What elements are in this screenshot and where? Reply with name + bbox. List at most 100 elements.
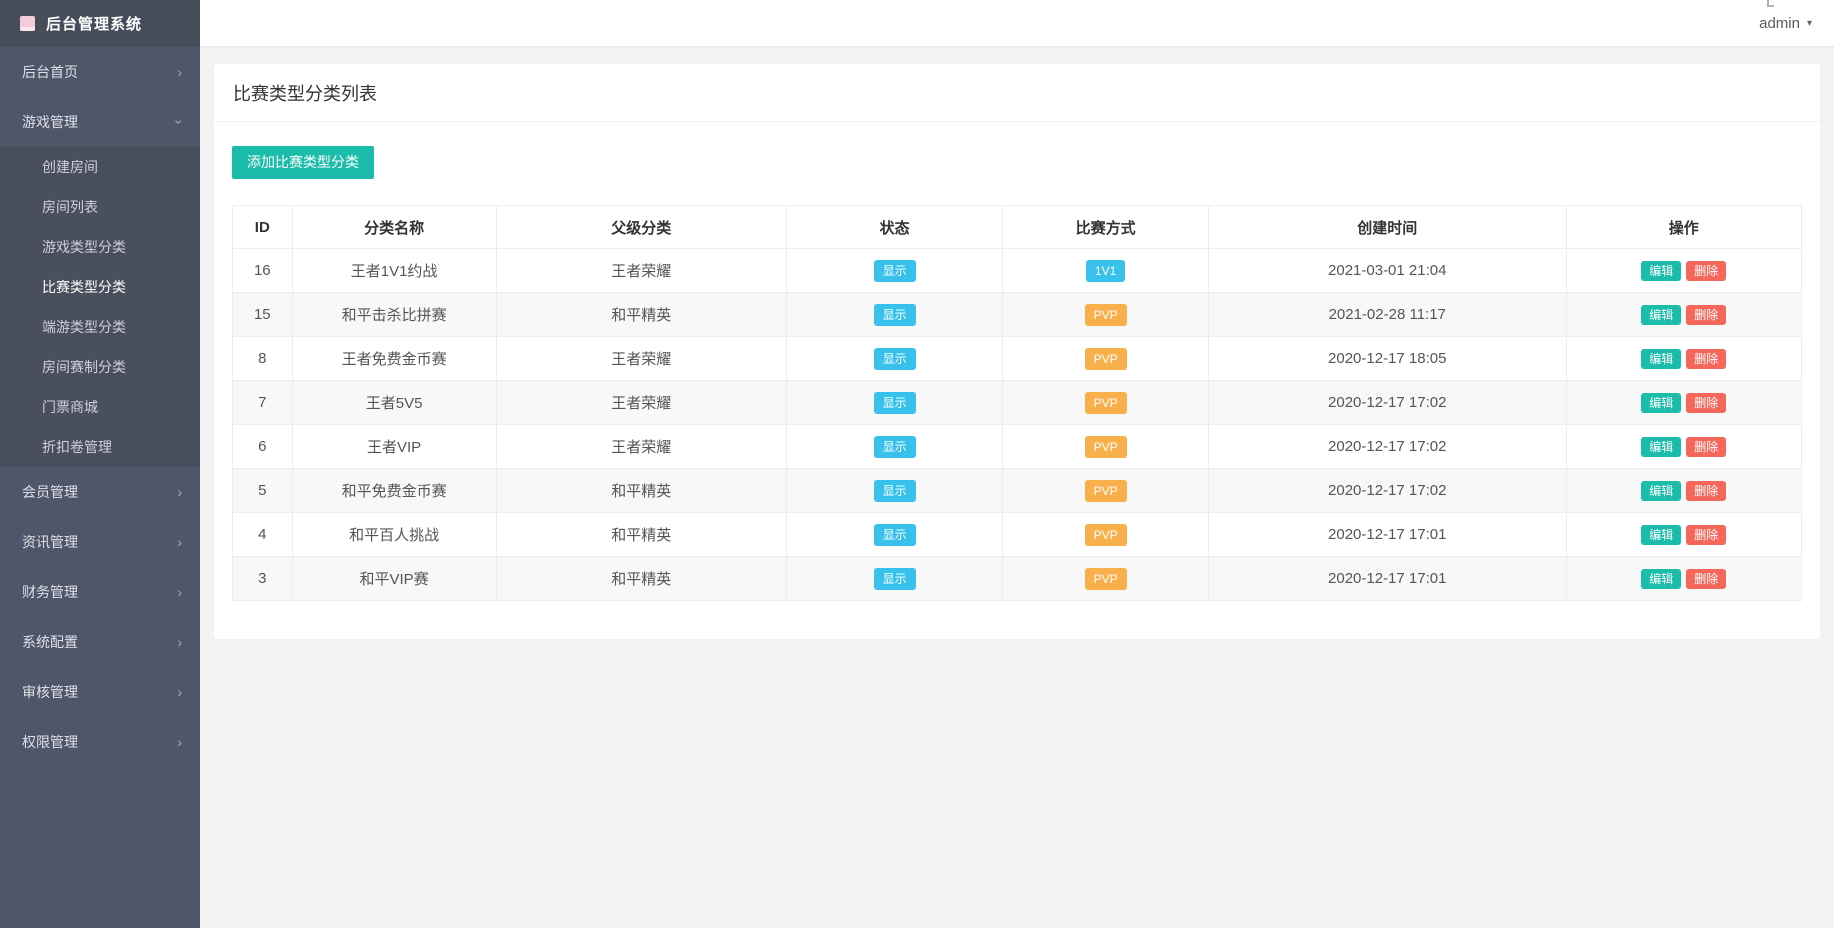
cell-name: 王者1V1约战	[292, 249, 496, 293]
cell-id: 16	[233, 249, 293, 293]
edit-button[interactable]: 编辑	[1641, 261, 1681, 281]
sidebar-subitem-match-type[interactable]: 比赛类型分类	[0, 267, 200, 307]
sidebar-item-label: 审核管理	[22, 682, 78, 702]
edit-button[interactable]: 编辑	[1641, 569, 1681, 589]
cell-mode: PVP	[1003, 293, 1209, 337]
table-header-row: ID 分类名称 父级分类 状态 比赛方式 创建时间 操作	[233, 206, 1802, 249]
cell-status: 显示	[786, 293, 1003, 337]
sidebar-subitem-room-list[interactable]: 房间列表	[0, 187, 200, 227]
cell-mode: PVP	[1003, 469, 1209, 513]
cell-id: 8	[233, 337, 293, 381]
delete-button[interactable]: 删除	[1686, 261, 1726, 281]
chevron-right-icon: ›	[177, 635, 182, 649]
cell-parent: 和平精英	[496, 513, 786, 557]
table-row: 4 和平百人挑战 和平精英 显示 PVP 2020-12-17 17:01 编辑…	[233, 513, 1802, 557]
add-category-button[interactable]: 添加比赛类型分类	[232, 146, 374, 179]
sidebar-item-home[interactable]: 后台首页 ›	[0, 47, 200, 97]
cell-id: 6	[233, 425, 293, 469]
cell-status: 显示	[786, 425, 1003, 469]
status-badge[interactable]: 显示	[874, 480, 916, 502]
edit-button[interactable]: 编辑	[1641, 525, 1681, 545]
table-row: 7 王者5V5 王者荣耀 显示 PVP 2020-12-17 17:02 编辑删…	[233, 381, 1802, 425]
sidebar-item-label: 权限管理	[22, 732, 78, 752]
delete-button[interactable]: 删除	[1686, 525, 1726, 545]
sidebar-subitem-pc-game-type[interactable]: 端游类型分类	[0, 307, 200, 347]
table-row: 16 王者1V1约战 王者荣耀 显示 1V1 2021-03-01 21:04 …	[233, 249, 1802, 293]
sidebar-item-members[interactable]: 会员管理 ›	[0, 467, 200, 517]
cell-actions: 编辑删除	[1566, 557, 1801, 601]
cell-mode: 1V1	[1003, 249, 1209, 293]
status-badge[interactable]: 显示	[874, 348, 916, 370]
edit-button[interactable]: 编辑	[1641, 305, 1681, 325]
delete-button[interactable]: 删除	[1686, 569, 1726, 589]
status-badge[interactable]: 显示	[874, 304, 916, 326]
edit-button[interactable]: 编辑	[1641, 437, 1681, 457]
cell-id: 5	[233, 469, 293, 513]
cell-time: 2020-12-17 18:05	[1208, 337, 1566, 381]
sidebar-item-label: 游戏管理	[22, 112, 78, 132]
col-name: 分类名称	[292, 206, 496, 249]
delete-button[interactable]: 删除	[1686, 481, 1726, 501]
cell-actions: 编辑删除	[1566, 249, 1801, 293]
sidebar-item-label: 会员管理	[22, 482, 78, 502]
cell-id: 7	[233, 381, 293, 425]
delete-button[interactable]: 删除	[1686, 393, 1726, 413]
table-row: 6 王者VIP 王者荣耀 显示 PVP 2020-12-17 17:02 编辑删…	[233, 425, 1802, 469]
edit-button[interactable]: 编辑	[1641, 393, 1681, 413]
edit-button[interactable]: 编辑	[1641, 349, 1681, 369]
sidebar-item-label: 资讯管理	[22, 532, 78, 552]
status-badge[interactable]: 显示	[874, 392, 916, 414]
user-dropdown[interactable]: admin ▾	[1759, 0, 1812, 47]
chevron-down-icon: ›	[173, 120, 187, 125]
col-id: ID	[233, 206, 293, 249]
sidebar-subitem-ticket-mall[interactable]: 门票商城	[0, 387, 200, 427]
sidebar-subitem-game-type[interactable]: 游戏类型分类	[0, 227, 200, 267]
main-content: 比赛类型分类列表 添加比赛类型分类 ID 分类名称 父级分类 状态 比赛方式	[200, 47, 1834, 928]
delete-button[interactable]: 删除	[1686, 437, 1726, 457]
sidebar-item-system[interactable]: 系统配置 ›	[0, 617, 200, 667]
cell-name: 和平VIP赛	[292, 557, 496, 601]
col-actions: 操作	[1566, 206, 1801, 249]
mode-badge: PVP	[1085, 304, 1127, 326]
table-row: 5 和平免费金币赛 和平精英 显示 PVP 2020-12-17 17:02 编…	[233, 469, 1802, 513]
status-badge[interactable]: 显示	[874, 524, 916, 546]
delete-button[interactable]: 删除	[1686, 349, 1726, 369]
sidebar-item-audit[interactable]: 审核管理 ›	[0, 667, 200, 717]
sidebar-subitem-coupon[interactable]: 折扣卷管理	[0, 427, 200, 467]
status-badge[interactable]: 显示	[874, 260, 916, 282]
mode-badge: PVP	[1085, 436, 1127, 458]
cell-actions: 编辑删除	[1566, 337, 1801, 381]
sidebar-subitem-room-format[interactable]: 房间赛制分类	[0, 347, 200, 387]
status-badge[interactable]: 显示	[874, 568, 916, 590]
cell-parent: 王者荣耀	[496, 381, 786, 425]
topbar: admin ▾	[200, 0, 1834, 47]
mode-badge: PVP	[1085, 392, 1127, 414]
app-header: 后台管理系统	[0, 0, 200, 47]
sidebar-item-game[interactable]: 游戏管理 ›	[0, 97, 200, 147]
cell-status: 显示	[786, 557, 1003, 601]
card-body: 添加比赛类型分类 ID 分类名称 父级分类 状态 比赛方式 创建时间 操作	[214, 122, 1820, 601]
sidebar-item-news[interactable]: 资讯管理 ›	[0, 517, 200, 567]
status-badge[interactable]: 显示	[874, 436, 916, 458]
table-row: 15 和平击杀比拼赛 和平精英 显示 PVP 2021-02-28 11:17 …	[233, 293, 1802, 337]
cell-id: 3	[233, 557, 293, 601]
delete-button[interactable]: 删除	[1686, 305, 1726, 325]
sidebar-item-permissions[interactable]: 权限管理 ›	[0, 717, 200, 767]
cell-parent: 和平精英	[496, 293, 786, 337]
app-logo-icon	[20, 16, 35, 31]
cell-mode: PVP	[1003, 513, 1209, 557]
cell-status: 显示	[786, 469, 1003, 513]
category-table: ID 分类名称 父级分类 状态 比赛方式 创建时间 操作 16 王者1V1约战 …	[232, 205, 1802, 601]
sidebar-subitem-create-room[interactable]: 创建房间	[0, 147, 200, 187]
chevron-right-icon: ›	[177, 735, 182, 749]
cell-time: 2021-02-28 11:17	[1208, 293, 1566, 337]
cell-parent: 王者荣耀	[496, 337, 786, 381]
cell-actions: 编辑删除	[1566, 469, 1801, 513]
sidebar-item-finance[interactable]: 财务管理 ›	[0, 567, 200, 617]
edit-button[interactable]: 编辑	[1641, 481, 1681, 501]
cell-time: 2020-12-17 17:02	[1208, 469, 1566, 513]
cell-status: 显示	[786, 381, 1003, 425]
cell-status: 显示	[786, 249, 1003, 293]
chevron-right-icon: ›	[177, 65, 182, 79]
mode-badge: PVP	[1085, 480, 1127, 502]
